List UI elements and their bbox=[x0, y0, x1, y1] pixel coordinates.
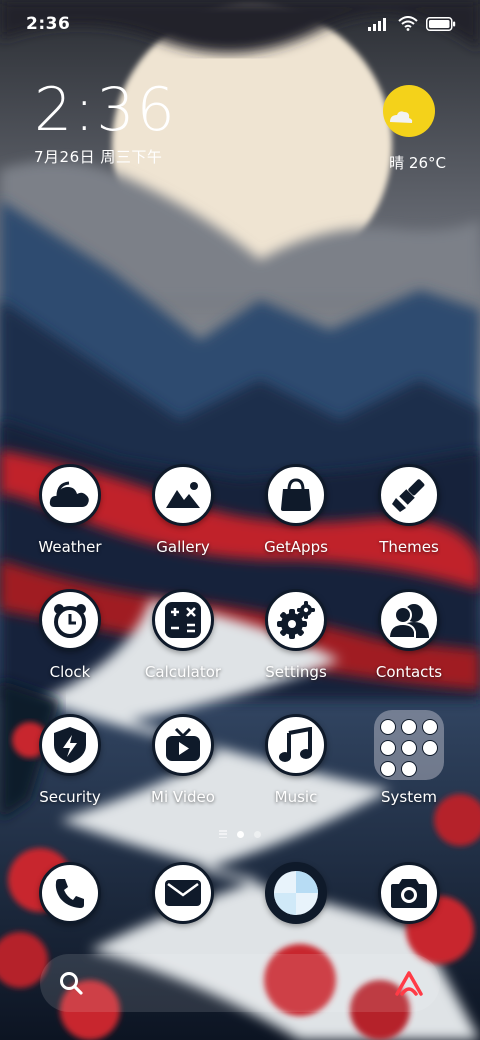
mini-app-icon bbox=[422, 719, 438, 735]
battery-icon bbox=[426, 16, 456, 35]
mi-video-icon bbox=[152, 714, 214, 776]
camera-icon bbox=[378, 862, 440, 924]
search-bar[interactable] bbox=[40, 954, 440, 1012]
page-dot[interactable] bbox=[254, 830, 261, 838]
mini-app-icon bbox=[401, 761, 417, 777]
app-getapps[interactable]: GetApps bbox=[240, 464, 352, 556]
app-label: System bbox=[381, 788, 437, 806]
search-icon[interactable] bbox=[58, 970, 84, 1000]
app-calculator[interactable]: Calculator bbox=[127, 589, 239, 681]
app-contacts[interactable]: Contacts bbox=[353, 589, 465, 681]
app-security[interactable]: Security bbox=[14, 714, 126, 806]
gallery-icon bbox=[152, 464, 214, 526]
app-label: Themes bbox=[379, 538, 439, 556]
widget-date: 7月26日 周三下午 bbox=[34, 148, 163, 166]
app-weather[interactable]: Weather bbox=[14, 464, 126, 556]
app-music[interactable]: Music bbox=[240, 714, 352, 806]
app-label: Settings bbox=[265, 663, 327, 681]
settings-icon bbox=[265, 589, 327, 651]
app-label: Gallery bbox=[156, 538, 210, 556]
calculator-icon bbox=[152, 589, 214, 651]
themes-icon bbox=[378, 464, 440, 526]
app-clock[interactable]: Clock bbox=[14, 589, 126, 681]
dock-messages[interactable] bbox=[152, 862, 214, 924]
folder-icon bbox=[374, 710, 444, 780]
mini-app-icon bbox=[380, 740, 396, 756]
signal-icon bbox=[368, 16, 390, 35]
wifi-icon bbox=[398, 16, 418, 35]
widget-clock-time: 2:36 bbox=[34, 75, 177, 145]
sunny-cloud-icon bbox=[376, 84, 442, 142]
status-time: 2:36 bbox=[26, 14, 71, 34]
app-label: Calculator bbox=[144, 663, 222, 681]
weather-widget[interactable]: 晴 26°C bbox=[376, 84, 446, 173]
clock-icon bbox=[39, 589, 101, 651]
dock-camera[interactable] bbox=[378, 862, 440, 924]
app-label: Clock bbox=[49, 663, 91, 681]
app-gallery[interactable]: Gallery bbox=[127, 464, 239, 556]
mini-app-icon bbox=[380, 719, 396, 735]
dock-phone[interactable] bbox=[39, 862, 101, 924]
mail-icon bbox=[152, 862, 214, 924]
app-label: GetApps bbox=[264, 538, 328, 556]
app-themes[interactable]: Themes bbox=[353, 464, 465, 556]
app-label: Music bbox=[274, 788, 318, 806]
page-indicator[interactable] bbox=[0, 830, 480, 838]
getapps-icon bbox=[265, 464, 327, 526]
clock-widget[interactable]: 2:36 7月26日 周三下午 bbox=[34, 78, 177, 167]
status-bar: 2:36 bbox=[0, 0, 480, 48]
app-label: Contacts bbox=[375, 663, 443, 681]
security-icon bbox=[39, 714, 101, 776]
phone-icon bbox=[39, 862, 101, 924]
app-settings[interactable]: Settings bbox=[240, 589, 352, 681]
weather-condition: 晴 26°C bbox=[389, 154, 446, 172]
dock-browser[interactable] bbox=[265, 862, 327, 924]
browser-icon bbox=[265, 862, 327, 924]
mini-app-icon bbox=[422, 740, 438, 756]
app-label: Mi Video bbox=[151, 788, 215, 806]
mini-app-icon bbox=[401, 719, 417, 735]
mini-app-icon bbox=[401, 740, 417, 756]
mini-app-icon bbox=[380, 761, 396, 777]
app-mi-video[interactable]: Mi Video bbox=[127, 714, 239, 806]
music-icon bbox=[265, 714, 327, 776]
app-label: Weather bbox=[38, 538, 102, 556]
page-dot-active[interactable] bbox=[237, 830, 244, 838]
app-label: Security bbox=[39, 788, 101, 806]
status-icons bbox=[368, 16, 456, 35]
assistant-icon[interactable] bbox=[394, 970, 424, 1000]
app-drawer-indicator-icon[interactable] bbox=[219, 830, 227, 838]
weather-icon bbox=[39, 464, 101, 526]
contacts-icon bbox=[378, 589, 440, 651]
app-folder-system[interactable]: System bbox=[353, 710, 465, 806]
